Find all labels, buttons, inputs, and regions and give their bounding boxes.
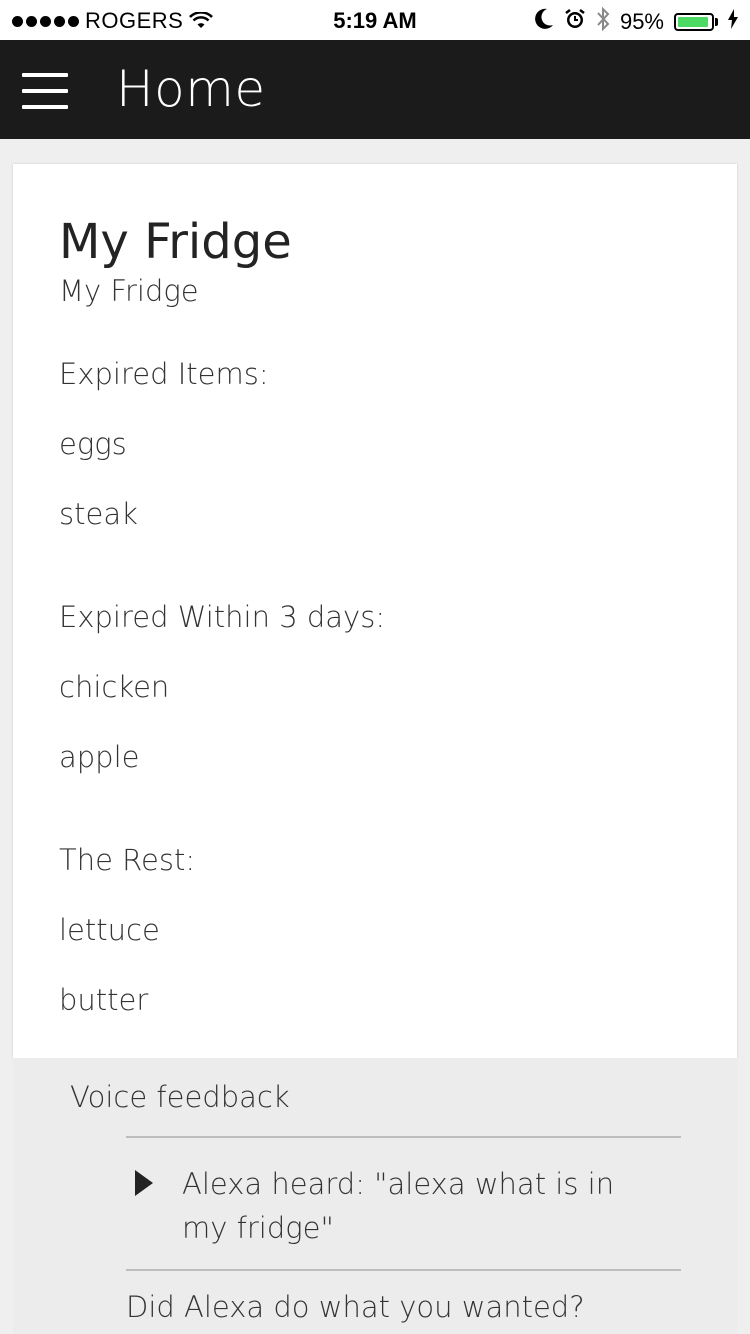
list-item: apple	[59, 740, 140, 774]
hamburger-menu-icon[interactable]	[22, 73, 68, 109]
battery-percent: 95%	[619, 9, 664, 34]
alexa-heard-text: Alexa heard: "alexa what is in my fridge…	[182, 1167, 615, 1245]
list-item: chicken	[59, 670, 170, 704]
list-item: eggs	[59, 427, 127, 461]
section-the-rest: The Rest: lettuce butter	[59, 843, 195, 1017]
feedback-question[interactable]: Did Alexa do what you wanted?	[126, 1290, 585, 1324]
moon-icon	[534, 8, 554, 36]
divider	[126, 1269, 681, 1271]
app-header: Home	[0, 40, 750, 139]
play-icon[interactable]	[135, 1170, 153, 1196]
bluetooth-icon	[596, 6, 610, 38]
list-item: steak	[59, 497, 138, 531]
alarm-icon	[564, 8, 586, 36]
section-expiring-soon: Expired Within 3 days: chicken apple	[59, 600, 385, 774]
page-title: Home	[116, 60, 266, 118]
battery-icon	[674, 13, 718, 31]
card-title: My Fridge	[59, 214, 292, 270]
section-heading: Expired Within 3 days:	[59, 600, 386, 634]
fridge-card: My Fridge My Fridge Expired Items: eggs …	[13, 164, 737, 1058]
charging-icon	[728, 9, 738, 35]
divider	[126, 1136, 681, 1138]
status-bar: ROGERS 5:19 AM 95%	[0, 0, 750, 40]
card-subtitle: My Fridge	[59, 274, 199, 308]
status-right: 95%	[534, 6, 738, 38]
section-heading: The Rest:	[59, 843, 196, 877]
section-expired-items: Expired Items: eggs steak	[59, 357, 269, 531]
list-item: lettuce	[59, 913, 160, 947]
battery-fill	[678, 17, 709, 27]
list-item: butter	[59, 983, 149, 1017]
voice-feedback-panel: Voice feedback Alexa heard: "alexa what …	[13, 1058, 737, 1334]
voice-feedback-title: Voice feedback	[70, 1080, 290, 1114]
section-heading: Expired Items:	[59, 357, 269, 391]
